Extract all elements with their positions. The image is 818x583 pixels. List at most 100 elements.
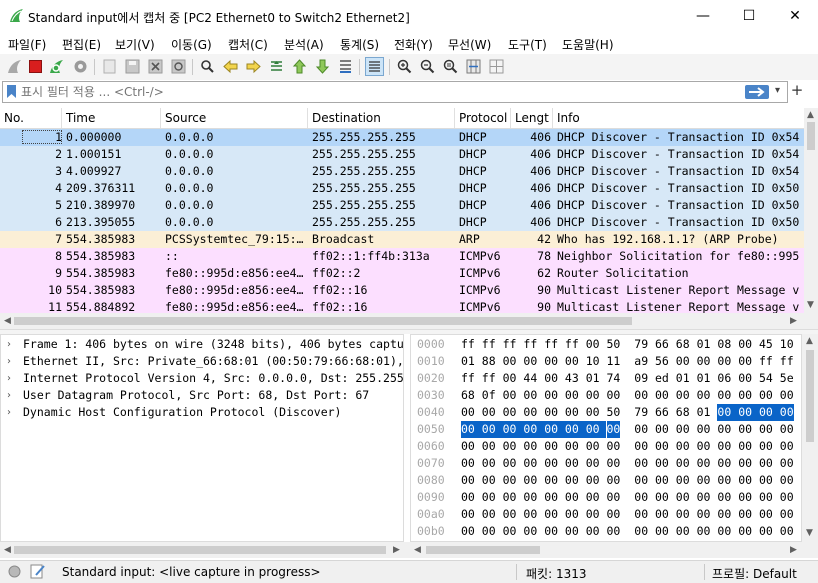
hex-byte[interactable]: 00: [461, 438, 475, 455]
hex-byte[interactable]: 00: [461, 472, 475, 489]
hex-byte[interactable]: 01: [586, 370, 600, 387]
hex-byte[interactable]: ff: [544, 336, 558, 353]
zoom-in-icon[interactable]: [396, 58, 413, 75]
hex-byte[interactable]: 00: [738, 404, 759, 421]
menu-help[interactable]: 도움말(H): [562, 36, 614, 53]
stop-capture-icon[interactable]: [27, 58, 44, 75]
hex-byte[interactable]: 00: [676, 438, 690, 455]
hex-byte[interactable]: 00: [759, 455, 773, 472]
hex-byte[interactable]: 00: [523, 489, 537, 506]
hex-byte[interactable]: 66: [655, 404, 669, 421]
expert-info-icon[interactable]: [8, 565, 21, 578]
expand-arrow-icon[interactable]: ›: [7, 370, 11, 387]
scroll-down-icon[interactable]: ▼: [806, 528, 813, 538]
go-first-icon[interactable]: [291, 58, 308, 75]
hex-byte[interactable]: 00: [565, 404, 579, 421]
hex-byte[interactable]: 00: [655, 472, 669, 489]
hex-byte[interactable]: 00: [697, 489, 711, 506]
hex-byte[interactable]: 45: [759, 336, 773, 353]
hex-byte[interactable]: 00: [759, 438, 773, 455]
menu-go[interactable]: 이동(G): [171, 36, 212, 53]
save-file-icon[interactable]: [124, 58, 141, 75]
packet-row[interactable]: 2 1.000151 0.0.0.0 255.255.255.255 DHCP 406 DH…: [0, 146, 804, 163]
menu-analyze[interactable]: 분석(A): [284, 36, 324, 53]
hex-byte[interactable]: 00: [523, 404, 537, 421]
hex-byte[interactable]: 00: [586, 455, 600, 472]
column-source[interactable]: Source: [161, 108, 308, 128]
hex-byte[interactable]: 11: [607, 353, 621, 370]
hex-byte[interactable]: 00: [544, 472, 558, 489]
hex-byte[interactable]: 00: [503, 387, 517, 404]
hex-byte[interactable]: 06: [717, 370, 731, 387]
hex-byte[interactable]: 00: [759, 489, 773, 506]
hex-byte[interactable]: 00: [759, 472, 773, 489]
hex-byte[interactable]: 00: [461, 421, 482, 438]
hex-byte[interactable]: 00: [523, 438, 537, 455]
hex-byte[interactable]: 00: [523, 421, 545, 438]
hex-byte[interactable]: 00: [697, 455, 711, 472]
hex-byte[interactable]: 79: [634, 404, 648, 421]
filter-history-dropdown[interactable]: ▾: [775, 85, 780, 96]
menu-capture[interactable]: 캡처(C): [228, 36, 268, 53]
hex-byte[interactable]: 00: [544, 387, 558, 404]
hex-byte[interactable]: 00: [607, 523, 621, 540]
hex-byte[interactable]: 00: [482, 455, 496, 472]
go-last-icon[interactable]: [314, 58, 331, 75]
resize-columns-icon[interactable]: [465, 58, 482, 75]
colorize-icon[interactable]: [365, 57, 384, 76]
tree-item-udp[interactable]: › User Datagram Protocol, Src Port: 68, D…: [1, 387, 403, 404]
hex-byte[interactable]: 00: [503, 472, 517, 489]
hex-byte[interactable]: a9: [634, 353, 648, 370]
hex-byte[interactable]: 00: [655, 438, 669, 455]
hex-byte[interactable]: 00: [565, 455, 579, 472]
hex-byte[interactable]: 00: [634, 421, 648, 438]
packet-row[interactable]: 10 554.385983 fe80::995d:e856:ee4… ff02::16…: [0, 282, 804, 299]
hex-byte[interactable]: 00: [503, 438, 517, 455]
hex-byte[interactable]: ff: [759, 353, 773, 370]
packet-row[interactable]: 5 210.389970 0.0.0.0 255.255.255.255 DHCP 406…: [0, 197, 804, 214]
hex-byte[interactable]: 00: [634, 438, 648, 455]
hex-byte[interactable]: 00: [634, 387, 648, 404]
hex-byte[interactable]: 00: [738, 438, 752, 455]
hex-byte[interactable]: 00: [481, 421, 503, 438]
hex-byte[interactable]: 00: [503, 353, 517, 370]
hex-byte[interactable]: ff: [523, 336, 537, 353]
hex-byte[interactable]: 00: [523, 387, 537, 404]
column-protocol[interactable]: Protocol: [455, 108, 511, 128]
close-button[interactable]: ✕: [772, 0, 818, 32]
hex-byte[interactable]: 00: [544, 506, 558, 523]
hex-byte[interactable]: 00: [717, 523, 731, 540]
scroll-thumb[interactable]: [807, 122, 815, 150]
apply-filter-button[interactable]: [745, 85, 769, 99]
hex-byte[interactable]: 00: [586, 472, 600, 489]
packet-row[interactable]: 11 554.884892 fe80::995d:e856:ee4… ff02::16…: [0, 299, 804, 313]
hex-byte[interactable]: 00: [503, 370, 517, 387]
hex-byte[interactable]: 00: [655, 455, 669, 472]
hex-byte[interactable]: 00: [544, 370, 558, 387]
packet-row[interactable]: 9 554.385983 fe80::995d:e856:ee4… ff02::2 IC…: [0, 265, 804, 282]
hex-byte[interactable]: 01: [697, 404, 711, 421]
scroll-thumb[interactable]: [426, 546, 540, 554]
hex-byte[interactable]: 00: [482, 489, 496, 506]
menu-wireless[interactable]: 무선(W): [448, 36, 491, 53]
hex-byte[interactable]: 00: [523, 353, 537, 370]
hex-byte[interactable]: 00: [697, 421, 711, 438]
hex-byte[interactable]: 00: [461, 523, 475, 540]
shark-fin-start-icon[interactable]: [6, 58, 23, 75]
hex-byte[interactable]: 01: [697, 336, 711, 353]
bytes-vertical-scrollbar[interactable]: ▲ ▼: [802, 334, 818, 542]
capture-comment-icon[interactable]: [30, 564, 46, 579]
hex-byte[interactable]: 09: [634, 370, 648, 387]
hex-byte[interactable]: 01: [697, 370, 711, 387]
hex-byte[interactable]: 00: [607, 506, 621, 523]
menu-view[interactable]: 보기(V): [115, 36, 155, 53]
hex-byte[interactable]: 00: [482, 404, 496, 421]
hex-byte[interactable]: 00: [586, 387, 600, 404]
hex-byte[interactable]: 00: [676, 489, 690, 506]
hex-byte[interactable]: 00: [523, 455, 537, 472]
hex-byte[interactable]: 56: [655, 353, 669, 370]
hex-byte[interactable]: 00: [738, 523, 752, 540]
scroll-right-icon[interactable]: ▶: [790, 316, 797, 326]
hex-byte[interactable]: 00: [607, 489, 621, 506]
restart-capture-icon[interactable]: [48, 58, 65, 75]
